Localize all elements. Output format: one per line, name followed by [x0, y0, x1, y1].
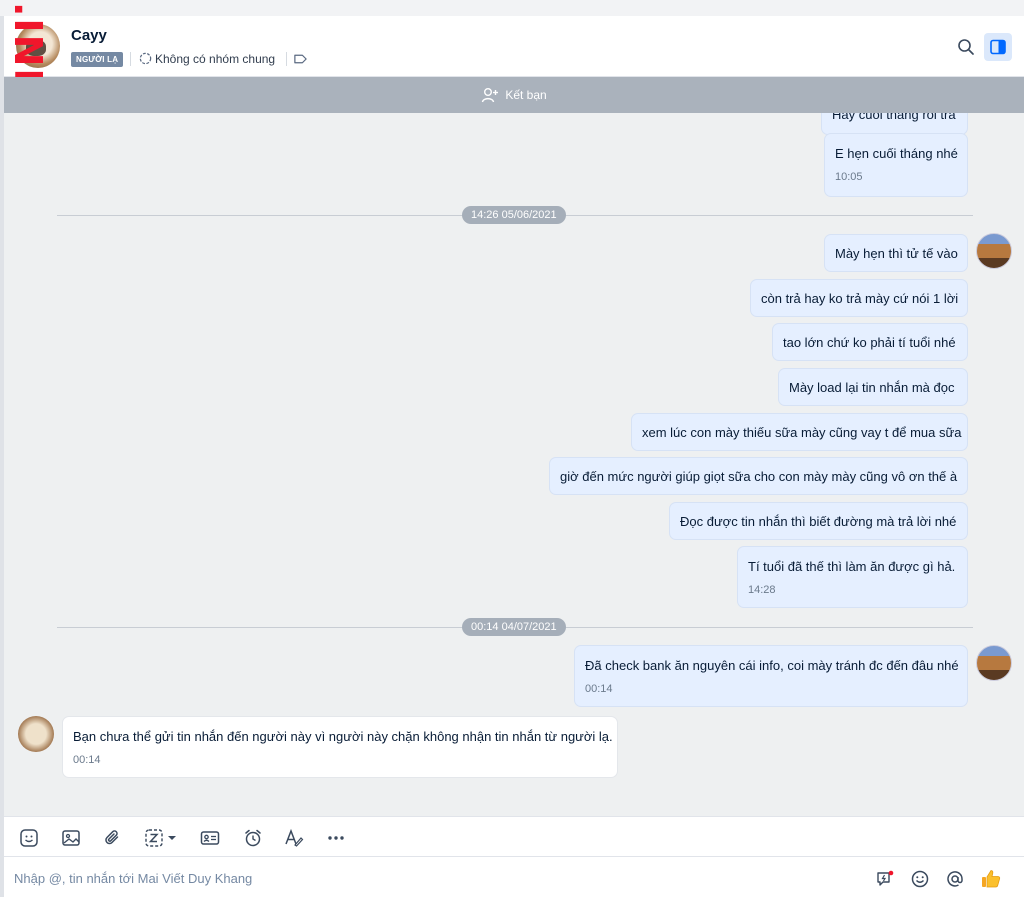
attach-button[interactable]	[101, 826, 125, 850]
message-list[interactable]: Hay cuối tháng rồi trả E hẹn cuối tháng …	[4, 113, 1024, 816]
composer	[4, 857, 1024, 897]
message-text: tao lớn chứ ko phải tí tuổi nhé	[783, 335, 956, 350]
message-time: 10:05	[835, 171, 863, 183]
message-bubble[interactable]: tao lớn chứ ko phải tí tuổi nhé	[772, 323, 968, 361]
chat-header: Cayy NGƯỜI LẠ Không có nhóm chung	[4, 16, 1024, 77]
quick-message-button[interactable]	[873, 867, 897, 891]
contact-card-icon	[200, 831, 220, 845]
contact-avatar[interactable]	[16, 24, 60, 68]
search-icon	[958, 39, 974, 55]
message-text: Hay cuối tháng rồi trả	[832, 113, 956, 122]
message-bubble[interactable]: Đã check bank ăn nguyên cái info, coi mà…	[574, 645, 968, 707]
header-separator	[130, 52, 131, 66]
message-bubble[interactable]: Tí tuổi đã thế thì làm ăn được gì hả. 14…	[737, 546, 968, 608]
conversation-info-button[interactable]	[984, 33, 1012, 61]
message-bubble[interactable]: Mày hẹn thì tử tế vào	[824, 234, 968, 272]
reminder-icon	[245, 829, 261, 847]
sidebar-panel-icon	[990, 39, 1006, 55]
reminder-button[interactable]	[241, 826, 265, 850]
quick-message-icon	[877, 870, 894, 886]
text-format-icon	[285, 828, 304, 847]
composer-toolbar	[4, 816, 1024, 857]
message-bubble[interactable]: Đọc được tin nhắn thì biết đường mà trả …	[669, 502, 968, 540]
message-text: Bạn chưa thể gửi tin nhắn đến người này …	[73, 729, 613, 744]
chat-window: Cayy NGƯỜI LẠ Không có nhóm chung .INFO	[0, 0, 1024, 897]
sender-avatar[interactable]	[976, 233, 1012, 269]
add-friend-icon	[482, 88, 499, 103]
tag-icon[interactable]	[293, 52, 308, 66]
message-text: Mày load lại tin nhắn mà đọc	[789, 380, 955, 395]
zstyle-button[interactable]	[143, 826, 181, 850]
send-like-button[interactable]	[979, 867, 1003, 891]
search-button[interactable]	[954, 35, 978, 59]
date-divider-label: 14:26 05/06/2021	[462, 206, 566, 224]
mention-icon	[947, 871, 963, 887]
contact-card-button[interactable]	[198, 826, 222, 850]
message-bubble[interactable]: còn trả hay ko trả mày cứ nói 1 lời	[750, 279, 968, 317]
image-icon	[62, 830, 80, 846]
contact-avatar[interactable]	[18, 716, 54, 752]
sticker-button[interactable]	[17, 826, 41, 850]
text-format-button[interactable]	[282, 826, 306, 850]
add-friend-label: Kết bạn	[505, 88, 547, 102]
image-button[interactable]	[59, 826, 83, 850]
message-bubble[interactable]: Mày load lại tin nhắn mà đọc	[778, 368, 968, 406]
date-divider-label: 00:14 04/07/2021	[462, 618, 566, 636]
add-friend-bar[interactable]: Kết bạn	[4, 77, 1024, 113]
message-text: còn trả hay ko trả mày cứ nói 1 lời	[761, 291, 959, 306]
sticker-icon	[20, 829, 38, 847]
zstyle-icon	[145, 829, 176, 847]
message-text: Đã check bank ăn nguyên cái info, coi mà…	[585, 658, 959, 673]
group-icon	[139, 52, 152, 65]
message-time: 00:14	[73, 754, 101, 766]
message-input[interactable]	[14, 867, 854, 889]
sender-avatar[interactable]	[976, 645, 1012, 681]
top-strip	[0, 0, 1024, 16]
message-bubble[interactable]: giờ đến mức người giúp giọt sữa cho con …	[549, 457, 968, 495]
emoji-button[interactable]	[908, 867, 932, 891]
message-text: Tí tuổi đã thế thì làm ăn được gì hả.	[748, 559, 956, 574]
message-text: Đọc được tin nhắn thì biết đường mà trả …	[680, 514, 957, 529]
message-text: giờ đến mức người giúp giọt sữa cho con …	[560, 469, 958, 484]
message-bubble[interactable]: Hay cuối tháng rồi trả	[821, 113, 968, 135]
message-text: xem lúc con mày thiếu sữa mày cũng vay t…	[642, 425, 962, 440]
header-separator	[286, 52, 287, 66]
message-text: Mày hẹn thì tử tế vào	[835, 246, 958, 261]
emoji-icon	[911, 870, 929, 888]
contact-name[interactable]: Cayy	[71, 27, 107, 44]
message-bubble[interactable]: xem lúc con mày thiếu sữa mày cũng vay t…	[631, 413, 968, 451]
thumbs-up-icon	[982, 870, 1001, 888]
more-icon	[328, 836, 344, 840]
message-text: E hẹn cuối tháng nhé	[835, 146, 958, 161]
stranger-badge: NGƯỜI LẠ	[71, 52, 124, 67]
message-time: 00:14	[585, 683, 613, 695]
system-message-bubble[interactable]: Bạn chưa thể gửi tin nhắn đến người này …	[62, 716, 618, 778]
attachment-icon	[105, 830, 119, 845]
more-options-button[interactable]	[324, 826, 348, 850]
message-time: 14:28	[748, 584, 776, 596]
common-group-text[interactable]: Không có nhóm chung	[155, 52, 275, 66]
message-bubble[interactable]: E hẹn cuối tháng nhé 10:05	[824, 133, 968, 197]
mention-button[interactable]	[943, 867, 967, 891]
